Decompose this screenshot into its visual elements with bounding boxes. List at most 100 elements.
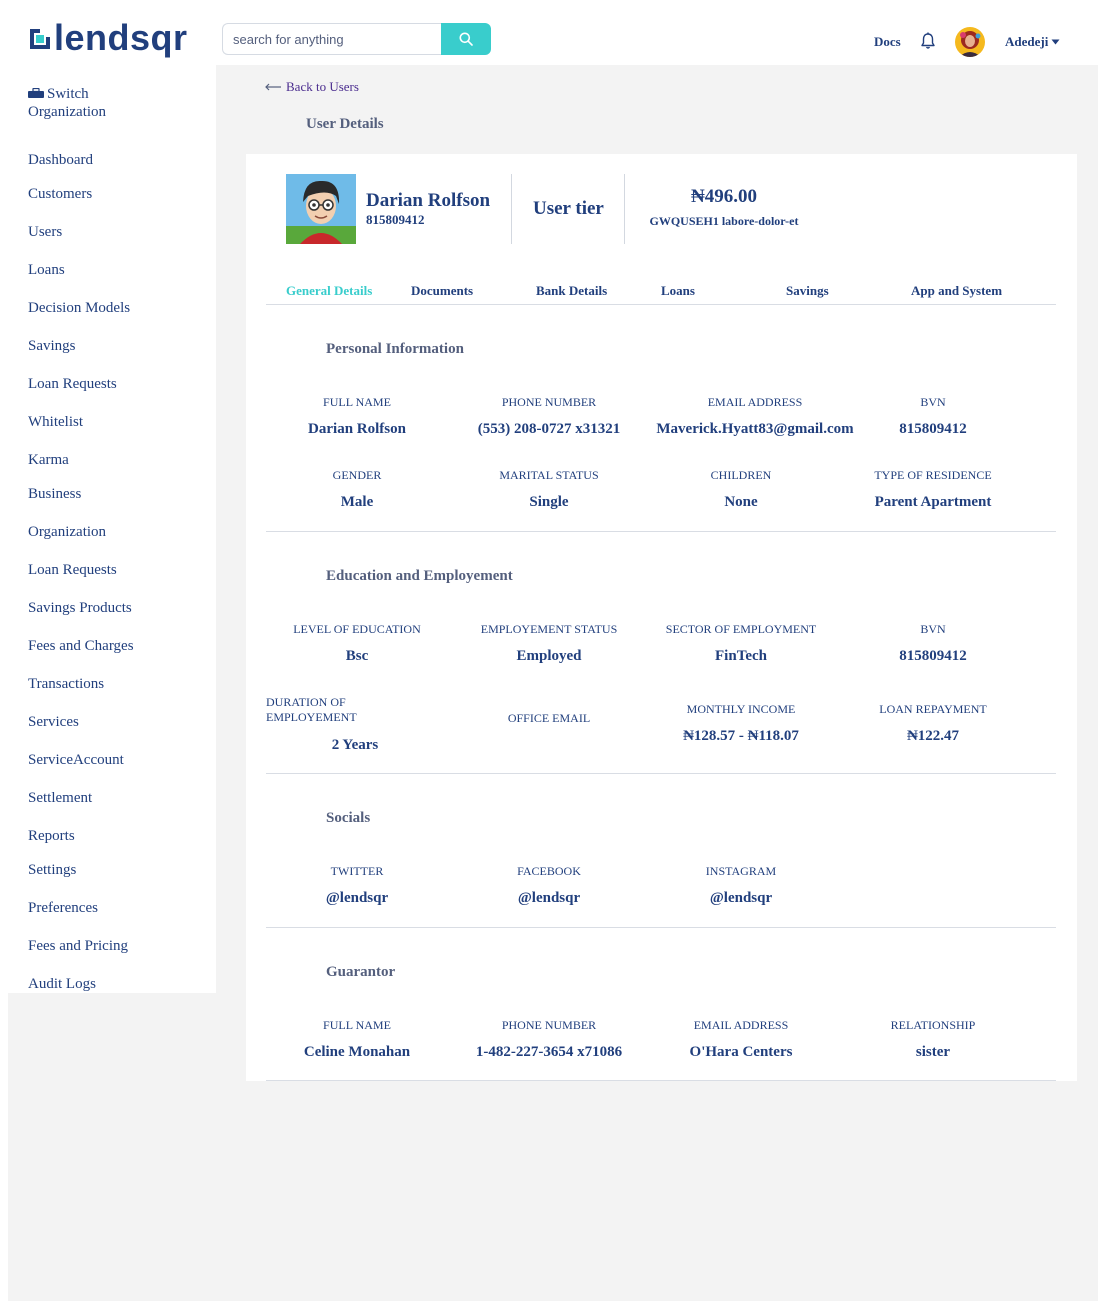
field-label: MARITAL STATUS	[499, 468, 599, 482]
section-title-socials: Socials	[326, 810, 371, 826]
user-avatar[interactable]	[955, 27, 985, 57]
arrow-left-icon	[265, 83, 281, 91]
sidebar-item-loan-requests[interactable]: Loan Requests	[28, 374, 117, 394]
section-divider	[266, 927, 1056, 928]
sidebar-item-whitelist[interactable]: Whitelist	[28, 412, 83, 432]
sidebar-item-organization[interactable]: Organization	[28, 522, 106, 542]
tab-savings[interactable]: Savings	[786, 283, 829, 299]
sidebar-item-loan-requests-2[interactable]: Loan Requests	[28, 560, 117, 580]
bank-info: GWQUSEH1 labore-dolor-et	[649, 214, 799, 228]
user-menu[interactable]: Adedeji	[1005, 34, 1060, 50]
section-divider	[266, 773, 1056, 774]
field-value: sister	[915, 1044, 951, 1060]
field-label: EMAIL ADDRESS	[707, 395, 803, 409]
section-title-education: Education and Employement	[326, 568, 513, 584]
profile-avatar	[286, 174, 356, 244]
field-type-of-residence: TYPE OF RESIDENCE Parent Apartment	[838, 468, 1028, 512]
tab-bank-details[interactable]: Bank Details	[536, 283, 607, 299]
sidebar-item-fees-and-pricing[interactable]: Fees and Pricing	[28, 936, 128, 956]
field-value: Maverick.Hyatt83@gmail.com	[656, 421, 854, 437]
field-label: FULL NAME	[323, 1018, 391, 1032]
tab-documents[interactable]: Documents	[411, 283, 473, 299]
field-label: PHONE NUMBER	[501, 395, 597, 409]
profile-id: 815809412	[366, 212, 425, 227]
back-to-users-link[interactable]: Back to Users	[265, 79, 359, 95]
bell-icon[interactable]	[920, 32, 936, 50]
back-label: Back to Users	[286, 79, 359, 94]
field-label: MONTHLY INCOME	[686, 702, 796, 716]
sidebar-item-services[interactable]: Services	[28, 712, 79, 732]
field-value: 1-482-227-3654 x71086	[475, 1044, 623, 1060]
field-level-of-education: LEVEL OF EDUCATION Bsc	[262, 622, 452, 666]
field-value: Bsc	[345, 648, 369, 664]
field-label: TWITTER	[330, 864, 384, 878]
field-value: FinTech	[715, 648, 767, 664]
lendsqr-logo[interactable]: lendsqr	[28, 18, 188, 58]
field-employment-status: EMPLOYEMENT STATUS Employed	[454, 622, 644, 666]
field-label: LEVEL OF EDUCATION	[293, 622, 421, 636]
field-value: @lendsqr	[517, 890, 581, 906]
field-children: CHILDREN None	[646, 468, 836, 512]
field-value: ₦128.57 - ₦118.07	[683, 728, 799, 744]
field-full-name: FULL NAME Darian Rolfson	[262, 395, 452, 439]
sidebar-item-reports[interactable]: Reports	[28, 826, 75, 846]
field-guarantor-email: EMAIL ADDRESS O'Hara Centers	[646, 1018, 836, 1062]
field-bvn: BVN 815809412	[838, 395, 1028, 439]
field-label: BVN	[920, 622, 946, 636]
switch-organization[interactable]: Switch Organization	[28, 85, 148, 121]
sidebar-item-fees-and-charges[interactable]: Fees and Charges	[28, 636, 134, 656]
sidebar-item-settings[interactable]: Settings	[28, 860, 76, 880]
tab-general-details[interactable]: General Details	[286, 283, 372, 299]
field-label: GENDER	[332, 468, 382, 482]
user-details-card: Darian Rolfson 815809412 User tier ₦496.…	[246, 154, 1077, 1081]
sidebar-item-savings-products[interactable]: Savings Products	[28, 598, 132, 618]
field-guarantor-full-name: FULL NAME Celine Monahan	[262, 1018, 452, 1062]
field-sector-of-employment: SECTOR OF EMPLOYMENT FinTech	[646, 622, 836, 666]
field-email: EMAIL ADDRESS Maverick.Hyatt83@gmail.com	[645, 395, 865, 439]
sidebar-item-loans[interactable]: Loans	[28, 260, 65, 280]
tab-loans[interactable]: Loans	[661, 283, 695, 299]
sidebar: Switch Organization Dashboard Customers …	[0, 65, 216, 993]
field-value: @lendsqr	[709, 890, 773, 906]
sidebar-item-audit-logs[interactable]: Audit Logs	[28, 974, 96, 994]
field-value: 2 Years	[331, 737, 379, 753]
field-label: SECTOR OF EMPLOYMENT	[665, 622, 817, 636]
field-value: O'Hara Centers	[689, 1044, 793, 1060]
sidebar-item-transactions[interactable]: Transactions	[28, 674, 104, 694]
sidebar-item-service-account[interactable]: ServiceAccount	[28, 750, 124, 770]
section-divider	[266, 1080, 1056, 1081]
divider	[511, 174, 512, 244]
tab-app-and-system[interactable]: App and System	[911, 283, 1002, 299]
sidebar-item-users[interactable]: Users	[28, 222, 62, 242]
field-label: LOAN REPAYMENT	[879, 702, 987, 716]
field-value: Employed	[516, 648, 582, 664]
search-input[interactable]	[222, 23, 441, 55]
sidebar-item-customers[interactable]: Customers	[28, 184, 92, 204]
search-button[interactable]	[441, 23, 491, 55]
sidebar-item-preferences[interactable]: Preferences	[28, 898, 98, 918]
field-label: FACEBOOK	[517, 864, 581, 878]
field-twitter: TWITTER @lendsqr	[262, 864, 452, 908]
field-label: BVN	[920, 395, 946, 409]
sidebar-item-decision-models[interactable]: Decision Models	[28, 298, 130, 318]
sidebar-item-karma[interactable]: Karma	[28, 450, 69, 470]
field-label: EMPLOYEMENT STATUS	[480, 622, 618, 636]
section-title-personal: Personal Information	[326, 341, 464, 357]
field-value: Male	[340, 494, 374, 510]
sidebar-item-savings[interactable]: Savings	[28, 336, 76, 356]
section-divider	[266, 531, 1056, 532]
field-value: (553) 208-0727 x31321	[477, 421, 621, 437]
docs-link[interactable]: Docs	[874, 34, 901, 50]
field-label: TYPE OF RESIDENCE	[874, 468, 992, 482]
sidebar-item-business[interactable]: Business	[28, 484, 81, 504]
field-label: RELATIONSHIP	[890, 1018, 976, 1032]
user-name: Adedeji	[1005, 34, 1049, 49]
user-tier-label: User tier	[533, 198, 604, 219]
field-value: 815809412	[899, 421, 967, 437]
details-tabs: General Details Documents Bank Details L…	[266, 280, 1056, 305]
page-title: User Details	[306, 116, 384, 132]
field-gender: GENDER Male	[262, 468, 452, 512]
sidebar-item-settlement[interactable]: Settlement	[28, 788, 92, 808]
sidebar-item-dashboard[interactable]: Dashboard	[28, 150, 93, 170]
field-value: Darian Rolfson	[308, 421, 406, 437]
